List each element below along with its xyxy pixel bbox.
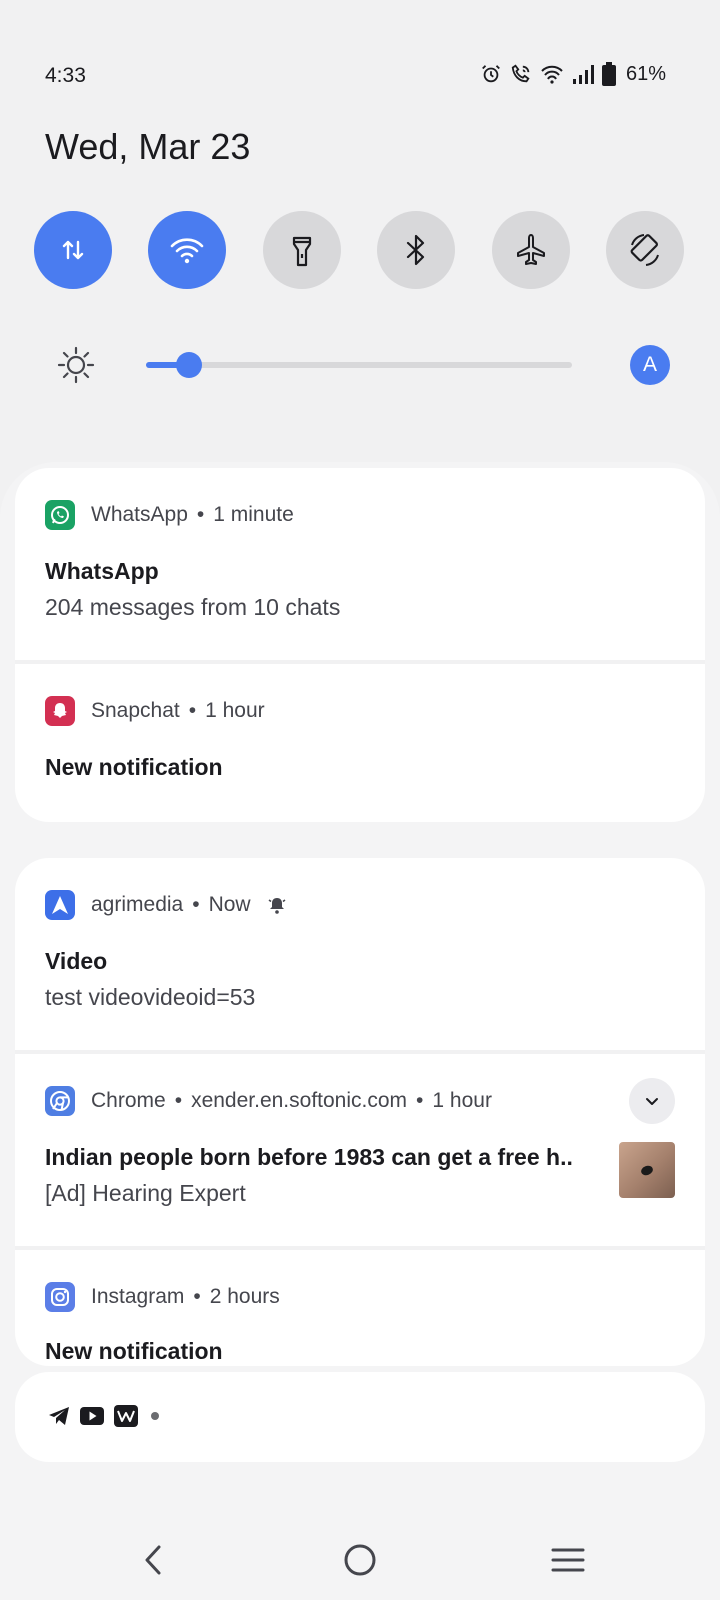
status-icons: 61% [480,62,666,86]
brightness-icon [57,346,95,384]
back-icon [145,1545,161,1575]
brightness-slider[interactable] [146,352,572,378]
bell-alert-icon [268,898,286,914]
instagram-icon [45,1282,75,1312]
notification-group-2: agrimedia • Now Video test videovideoid=… [15,858,705,1366]
notification-time: 1 hour [205,699,265,722]
app-name: Chrome [91,1089,166,1112]
separator: • [188,699,197,722]
brightness-slider-thumb[interactable] [175,352,202,378]
app-name: agrimedia [91,893,184,916]
recents-button[interactable] [538,1530,598,1590]
notification-header: Snapchat • 1 hour [45,696,265,726]
notification-header: Chrome • xender.en.softonic.com • 1 hour [45,1086,492,1116]
youtube-icon [80,1407,104,1425]
wifi-icon [541,65,563,84]
silent-app-icons [48,1405,162,1427]
wifi-toggle[interactable] [148,211,227,289]
notification-title: Indian people born before 1983 can get a… [45,1144,573,1170]
notification-time: 1 hour [432,1089,492,1112]
notification-header: Instagram • 2 hours [45,1282,280,1312]
notification-agrimedia[interactable]: agrimedia • Now Video test videovideoid=… [15,858,705,1054]
silent-notifications[interactable] [15,1372,705,1462]
separator: • [174,1089,183,1112]
flashlight-icon [292,236,311,267]
notification-group-1: WhatsApp • 1 minute WhatsApp 204 message… [15,468,705,822]
more-dot-icon [151,1412,159,1420]
alarm-icon [482,65,500,83]
notification-time: 1 minute [213,503,294,526]
auto-brightness-button[interactable]: A [630,345,670,385]
navigation-bar [0,1530,720,1590]
notification-text: [Ad] Hearing Expert [45,1180,246,1206]
notification-thumbnail [619,1142,675,1198]
app-name: Instagram [91,1285,185,1308]
notification-chrome[interactable]: Chrome • xender.en.softonic.com • 1 hour… [15,1054,705,1250]
back-button[interactable] [123,1530,183,1590]
notification-time: Now [208,893,251,916]
signal-icon [572,65,594,84]
notification-site: xender.en.softonic.com [191,1089,408,1112]
flashlight-toggle[interactable] [262,211,341,289]
notification-text: 204 messages from 10 chats [45,594,341,620]
battery-icon [601,62,616,86]
separator: • [196,503,205,526]
telegram-icon [49,1407,69,1425]
status-time: 4:33 [45,64,86,87]
auto-rotate-toggle[interactable] [605,211,684,289]
home-button[interactable] [330,1530,390,1590]
home-icon [344,1544,376,1576]
notification-whatsapp[interactable]: WhatsApp • 1 minute WhatsApp 204 message… [15,468,705,664]
airplane-mode-toggle[interactable] [491,211,570,289]
bluetooth-icon [407,234,425,266]
notification-time: 2 hours [209,1285,280,1308]
app-name: Snapchat [91,699,180,722]
brightness-control: A [56,340,670,390]
date: Wed, Mar 23 [45,126,251,167]
notification-title: WhatsApp [45,558,159,584]
wifi-icon [171,238,204,264]
quick-settings-row [34,211,684,289]
snapchat-icon [45,696,75,726]
whatsapp-icon [45,500,75,530]
notification-instagram[interactable]: Instagram • 2 hours New notification [15,1250,705,1366]
mobile-data-toggle[interactable] [34,211,112,289]
agrimedia-icon [45,890,75,920]
battery-percent: 61% [625,62,666,85]
rotate-icon [630,234,659,266]
recents-icon [551,1548,585,1572]
expand-button[interactable] [629,1078,675,1124]
wifi-calling-icon [511,64,530,83]
notification-title: New notification [45,1338,223,1364]
separator: • [416,1089,424,1112]
airplane-icon [516,234,545,265]
app-icon [114,1405,138,1427]
notification-title: Video [45,948,108,974]
notification-text: test videovideoid=53 [45,984,256,1010]
notification-title: New notification [45,754,223,780]
notification-snapchat[interactable]: Snapchat • 1 hour New notification [15,664,705,822]
notification-header: WhatsApp • 1 minute [45,500,294,530]
chrome-icon [45,1086,75,1116]
chevron-down-icon [646,1098,658,1105]
data-arrows-icon [62,240,84,260]
notification-header: agrimedia • Now [45,890,287,920]
app-name: WhatsApp [91,503,188,526]
status-bar: 4:33 61% [45,62,666,94]
separator: • [192,893,200,916]
separator: • [193,1285,201,1308]
hearing-aid-image [639,1164,655,1177]
bluetooth-toggle[interactable] [377,211,456,289]
